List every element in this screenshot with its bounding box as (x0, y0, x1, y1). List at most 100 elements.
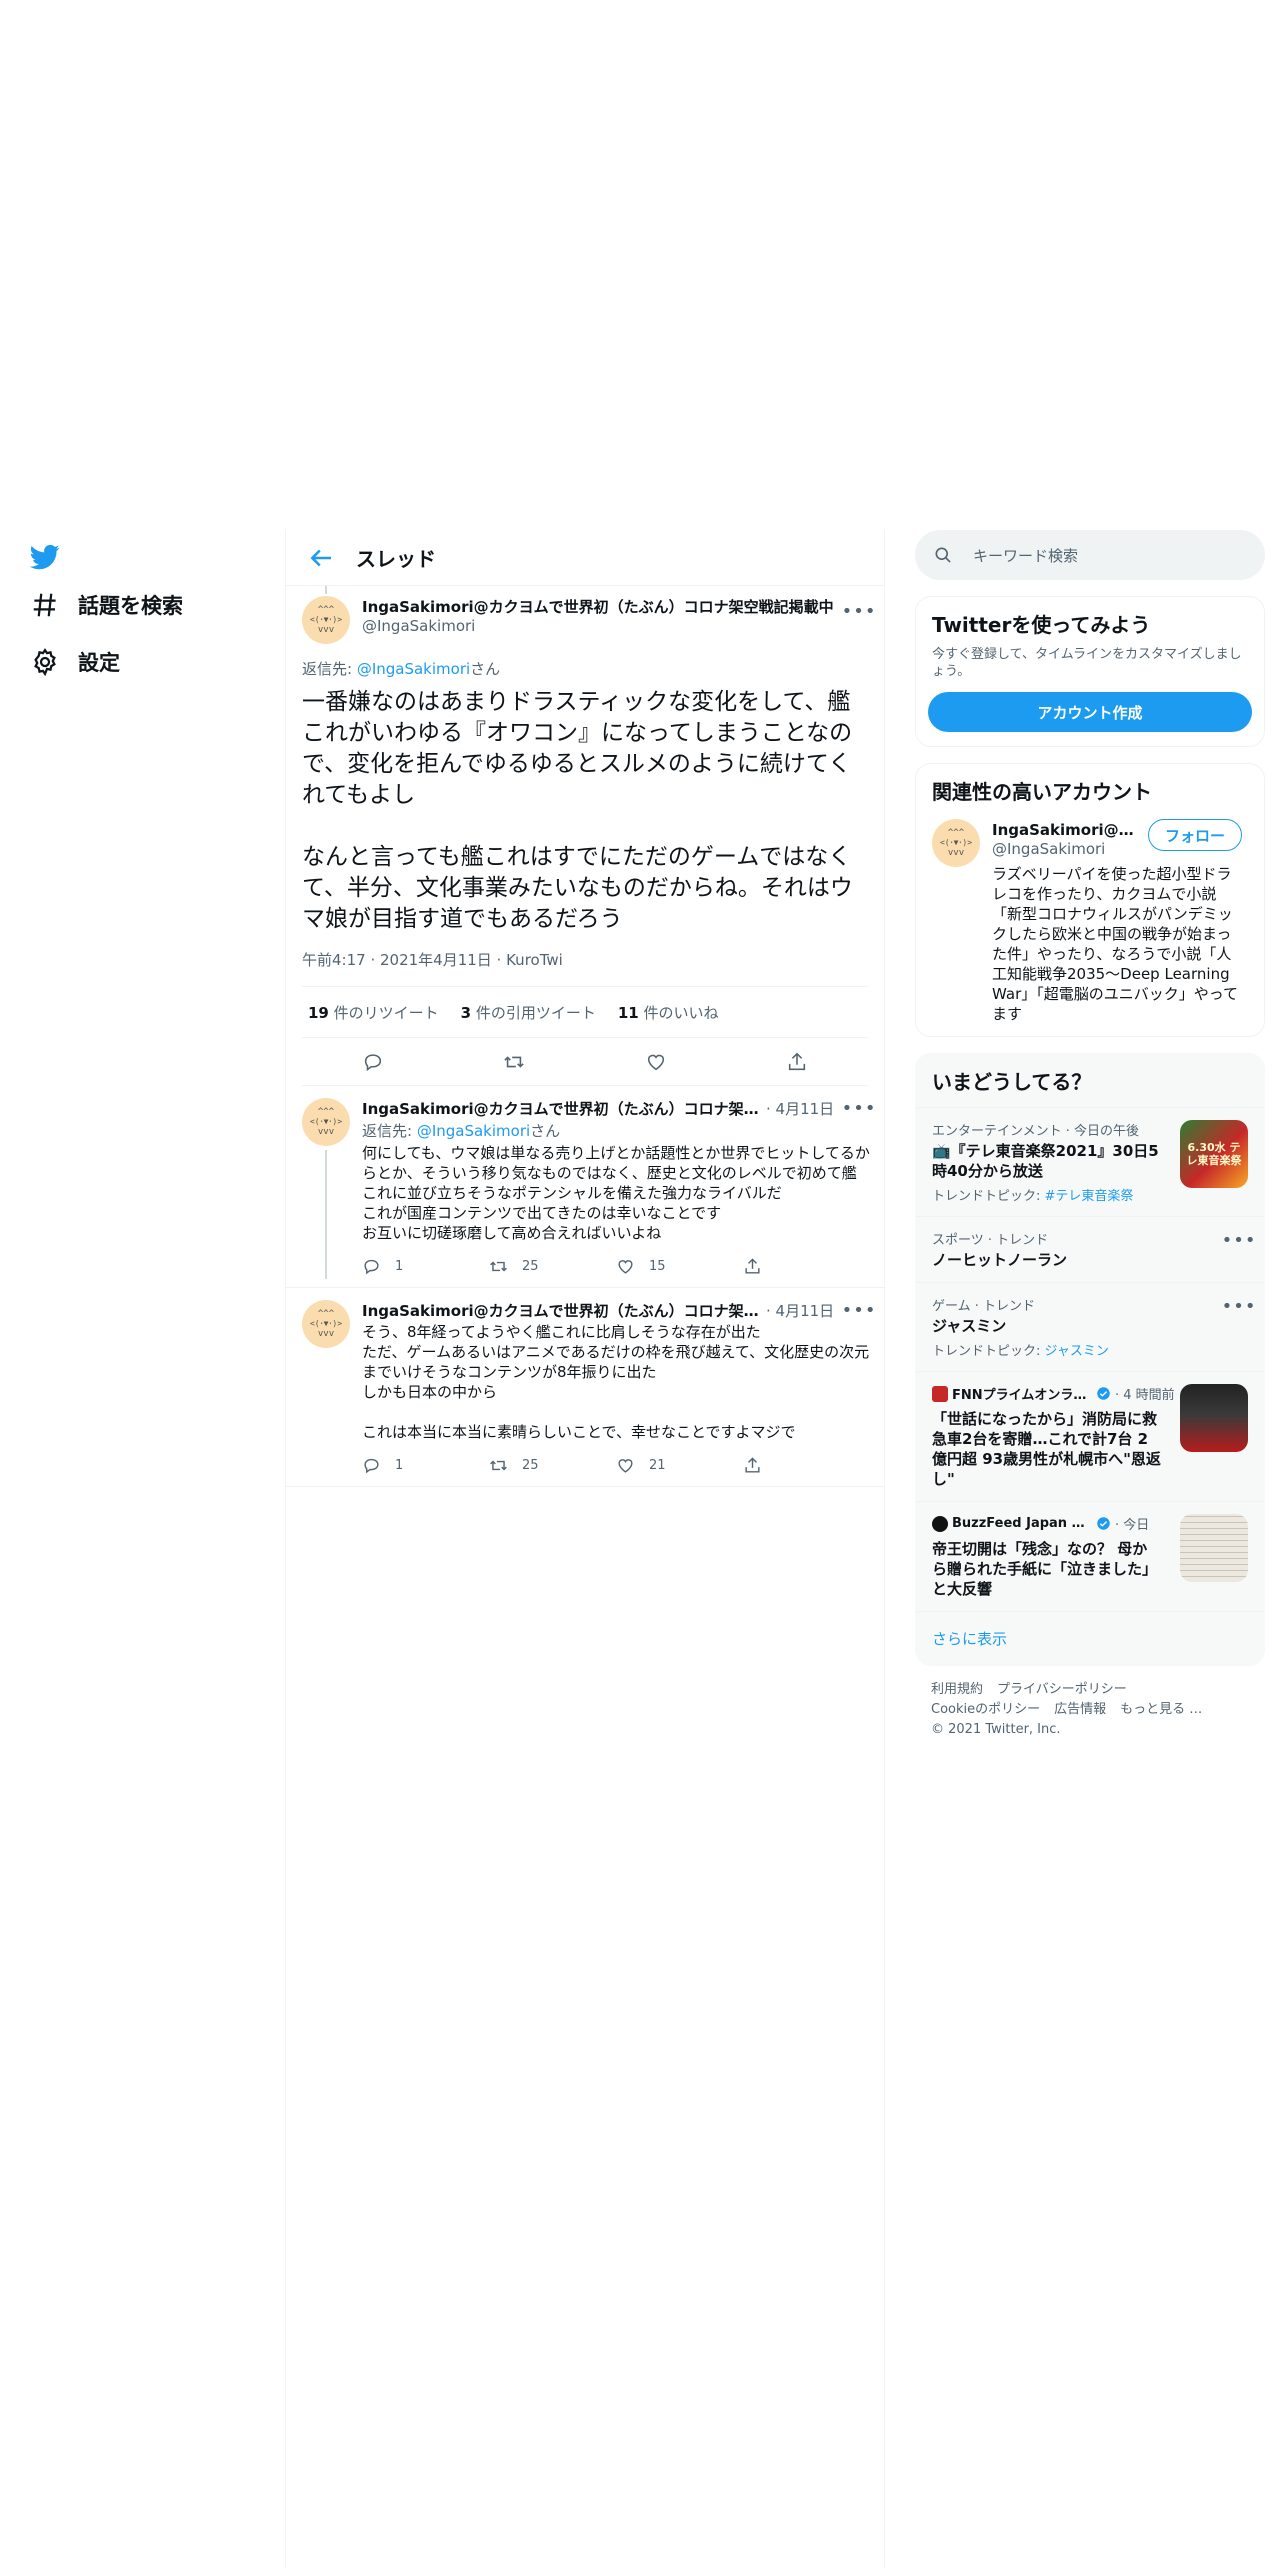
footer: 利用規約 プライバシーポリシー Cookieのポリシー 広告情報 もっと見る … © … (915, 1666, 1265, 1754)
tweet-time[interactable]: · 4月11日 (766, 1098, 834, 1119)
retweet-stat[interactable]: 19 件のリツイート (308, 1002, 439, 1023)
retweet-icon[interactable] (503, 1051, 525, 1073)
trend-category: ゲーム · トレンド (932, 1299, 1036, 1314)
relevant-user[interactable]: ^^^<(･▼･)>vvv IngaSakimori@カクヨムで世界初（たぶん）… (916, 805, 1264, 1036)
trend-topic-link[interactable]: ジャスミン (1045, 1344, 1109, 1359)
trend-thumbnail: 6.30水 テレ東音楽祭 (1180, 1120, 1248, 1188)
news-item[interactable]: FNNプライムオンライン · 4 時間前 「世話になったから」消防局に救急車2台… (916, 1371, 1264, 1501)
more-options-icon[interactable]: ••• (842, 1299, 876, 1321)
trend-title: ノーヒットノーラン (932, 1251, 1068, 1269)
news-title: 「世話になったから」消防局に救急車2台を寄贈…これで計7台 2億円超 93歳男性… (932, 1410, 1161, 1488)
ads-link[interactable]: 広告情報 (1054, 1702, 1106, 1717)
share-icon[interactable] (786, 1051, 808, 1073)
more-options-icon[interactable]: ••• (842, 600, 876, 622)
create-account-button[interactable]: アカウント作成 (928, 692, 1252, 732)
trend-item[interactable]: スポーツ · トレンド ノーヒットノーラン ••• (916, 1216, 1264, 1282)
nav-explore[interactable]: 話題を検索 (30, 585, 183, 625)
reply-icon (364, 1259, 379, 1274)
news-time: · 4 時間前 (1115, 1388, 1175, 1403)
more-link[interactable]: もっと見る … (1120, 1702, 1202, 1717)
nav-settings[interactable]: 設定 (30, 642, 120, 682)
tweet-header: ^^^ <(･▼･)> vvv IngaSakimori@カクヨムで世界初（たぶん）… (302, 596, 868, 644)
share-button[interactable] (743, 1456, 870, 1475)
right-sidebar: キーワード検索 Twitterを使ってみよう 今すぐ登録して、タイムラインをカス… (915, 530, 1265, 1754)
show-more-link[interactable]: さらに表示 (916, 1611, 1264, 1665)
like-stat[interactable]: 11 件のいいね (618, 1002, 719, 1023)
reply-to-link[interactable]: @IngaSakimori (357, 660, 470, 678)
trend-item[interactable]: ゲーム · トレンド ジャスミン トレンドトピック: ジャスミン ••• (916, 1282, 1264, 1371)
share-icon (745, 1456, 760, 1473)
more-options-icon[interactable]: ••• (842, 1097, 876, 1119)
buzzfeed-logo-icon (932, 1515, 948, 1532)
privacy-link[interactable]: プライバシーポリシー (997, 1682, 1127, 1697)
like-button[interactable]: 21 (616, 1456, 743, 1475)
trend-hashtag-link[interactable]: #テレ東音楽祭 (1045, 1189, 1134, 1204)
reply-button[interactable]: 1 (362, 1456, 489, 1475)
news-time: · 今日 (1115, 1518, 1150, 1533)
back-arrow-icon[interactable] (306, 543, 336, 573)
relevant-title: 関連性の高いアカウント (932, 780, 1152, 804)
terms-link[interactable]: 利用規約 (931, 1682, 983, 1697)
relevant-handle[interactable]: @IngaSakimori (992, 840, 1142, 858)
news-source: FNNプライムオンライン (952, 1388, 1092, 1403)
like-button[interactable]: 15 (616, 1257, 743, 1276)
reply-icon[interactable] (362, 1051, 384, 1073)
reply-tweet[interactable]: ^^^ <(･▼･)> vvv IngaSakimori@カクヨムで世界初（たぶん）… (286, 1288, 884, 1487)
share-button[interactable] (743, 1257, 870, 1276)
follow-button[interactable]: フォロー (1147, 819, 1242, 851)
retweet-button[interactable]: 25 (489, 1257, 616, 1276)
reply-context: 返信先: @IngaSakimoriさん (302, 658, 868, 679)
more-options-icon[interactable]: ••• (1222, 1295, 1256, 1317)
twitter-logo-icon[interactable] (28, 542, 62, 572)
tweet-actions (302, 1038, 868, 1086)
avatar[interactable]: ^^^ <(･▼･)> vvv (302, 1300, 350, 1348)
thread-line (325, 586, 327, 594)
like-icon[interactable] (645, 1051, 667, 1073)
verified-badge-icon (1097, 1517, 1110, 1530)
signup-card: Twitterを使ってみよう 今すぐ登録して、タイムラインをカスタマイズしましょ… (915, 596, 1265, 747)
reply-tweet[interactable]: ^^^ <(･▼･)> vvv IngaSakimori@カクヨムで世界初（たぶん）… (286, 1086, 884, 1288)
author-name[interactable]: IngaSakimori@カクヨムで世界初（たぶん）コロナ架空戦記掲載中 (362, 1098, 762, 1119)
reply-icon (364, 1458, 379, 1473)
trend-category: スポーツ · トレンド (932, 1233, 1049, 1248)
news-thumbnail (1180, 1514, 1248, 1582)
search-input[interactable]: キーワード検索 (973, 545, 1078, 566)
tweet-timestamp[interactable]: 午前4:17 · 2021年4月11日 · KuroTwi (302, 949, 868, 970)
reply-button[interactable]: 1 (362, 1257, 489, 1276)
retweet-icon (490, 1261, 507, 1271)
retweet-icon (490, 1460, 507, 1470)
cookies-link[interactable]: Cookieのポリシー (931, 1702, 1040, 1717)
author-handle[interactable]: @IngaSakimori (362, 617, 834, 635)
search-icon (933, 545, 953, 565)
author-name[interactable]: IngaSakimori@カクヨムで世界初（たぶん）コロナ架空戦記掲載中 (362, 1300, 762, 1321)
focused-tweet: ^^^ <(･▼･)> vvv IngaSakimori@カクヨムで世界初（たぶん）… (286, 586, 884, 1086)
gear-icon (30, 647, 60, 677)
trend-title: ジャスミン (932, 1317, 1007, 1335)
trend-title: 📺『テレ東音楽祭2021』30日5時40分から放送 (932, 1142, 1159, 1180)
relevant-name[interactable]: IngaSakimori@カクヨムで世界初（たぶん）コロナ架空戦記掲載中 (992, 819, 1142, 840)
trend-topic: トレンドトピック: ジャスミン (932, 1344, 1109, 1359)
verified-badge-icon (1097, 1387, 1110, 1400)
reply-prefix: 返信先: (302, 660, 357, 678)
trends-card: いまどうしてる？ エンターテインメント · 今日の午後 📺『テレ東音楽祭2021… (915, 1053, 1265, 1666)
quote-stat[interactable]: 3 件の引用ツイート (461, 1002, 596, 1023)
retweet-button[interactable]: 25 (489, 1456, 616, 1475)
reply-to-link[interactable]: @IngaSakimori (417, 1122, 530, 1140)
more-options-icon[interactable]: ••• (1222, 1229, 1256, 1251)
nav-explore-label: 話題を検索 (78, 594, 183, 618)
tweet-time[interactable]: · 4月11日 (766, 1300, 834, 1321)
like-icon (618, 1259, 633, 1274)
thread-line (325, 1150, 327, 1279)
fnn-logo-icon (932, 1385, 948, 1402)
hashtag-icon (30, 590, 60, 620)
news-item[interactable]: BuzzFeed Japan News · 今日 帝王切開は「残念」なの？ 母か… (916, 1501, 1264, 1611)
avatar[interactable]: ^^^ <(･▼･)> vvv (932, 819, 980, 867)
tweet-stats: 19 件のリツイート 3 件の引用ツイート 11 件のいいね (302, 986, 868, 1038)
news-thumbnail (1180, 1384, 1248, 1452)
author-name[interactable]: IngaSakimori@カクヨムで世界初（たぶん）コロナ架空戦記掲載中 (362, 596, 834, 617)
avatar[interactable]: ^^^ <(･▼･)> vvv (302, 1098, 350, 1146)
trend-item[interactable]: エンターテインメント · 今日の午後 📺『テレ東音楽祭2021』30日5時40分… (916, 1107, 1264, 1216)
signup-title: Twitterを使ってみよう (932, 613, 1151, 637)
search-box[interactable]: キーワード検索 (915, 530, 1265, 580)
avatar[interactable]: ^^^ <(･▼･)> vvv (302, 596, 350, 644)
